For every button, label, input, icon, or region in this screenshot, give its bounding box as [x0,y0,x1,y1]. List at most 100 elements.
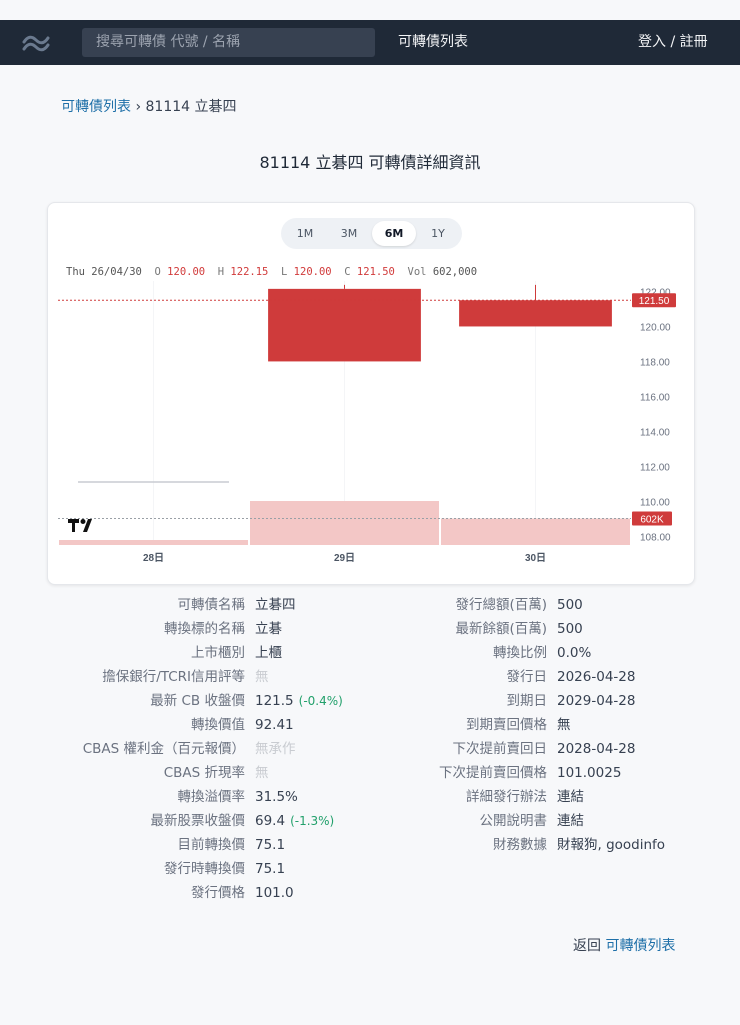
info-row: 轉換價值 92.41 [50,713,294,737]
info-value: 69.4 (-1.3%) [255,809,334,833]
info-row: 詳細發行辦法 連結 [400,785,584,809]
y-tick-label: 120.00 [640,322,671,333]
info-link[interactable]: 財報狗, goodinfo [557,833,665,857]
info-value-text: 2026-04-28 [557,669,636,685]
tradingview-logo-icon [68,519,92,532]
info-row: 到期日 2029-04-28 [400,689,636,713]
volume-bar [441,518,630,545]
info-label: CBAS 折現率 [163,765,245,781]
y-tick-label: 108.00 [640,532,671,543]
info-label: 下次提前賣回價格 [439,765,547,781]
info-row: 轉換比例 0.0% [400,641,591,665]
info-table-right: 發行總額(百萬) 500 最新餘額(百萬) 500 轉換比例 0.0% 發行日 2026-04… [400,593,665,857]
info-value-text[interactable]: 財報狗, goodinfo [557,837,665,853]
y-tick-label: 112.00 [640,462,670,473]
info-row: 公開說明書 連結 [400,809,585,833]
info-row: 最新餘額(百萬) 500 [400,617,582,641]
back-to-list: 返回 可轉債列表 [573,935,675,955]
info-value: 無承作 [255,737,296,761]
info-row: 最新 CB 收盤價 121.5 (-0.4%) [50,689,343,713]
nav-convertible-list-link[interactable]: 可轉債列表 [398,20,468,65]
info-value-text: 101.0025 [557,765,622,781]
info-value-text: 無 [557,717,571,733]
y-tick-label: 116.00 [640,392,670,403]
info-row: 目前轉換價 75.1 [50,833,286,857]
info-value-text: 75.1 [255,837,286,853]
info-label: 詳細發行辦法 [466,789,547,805]
info-value: 無 [557,713,571,737]
info-row: 轉換溢價率 31.5% [50,785,298,809]
info-row: 上市櫃別 上櫃 [50,641,282,665]
price-chart[interactable]: 108.00 110.00 112.00 114.00 116.00 118.00 120.… [48,203,694,584]
y-tick-label: 114.00 [640,427,670,438]
info-value-text: 31.5% [255,789,298,805]
info-value: 2028-04-28 [557,737,635,761]
info-value-text[interactable]: 連結 [557,789,584,805]
info-value-text: 上櫃 [255,645,282,661]
info-value-text[interactable]: 連結 [557,813,584,829]
breadcrumb-root-link[interactable]: 可轉債列表 [61,99,131,115]
candle-body [459,300,612,327]
volume-bar [59,540,248,545]
info-value: 75.1 [255,833,285,857]
info-value: 121.5 (-0.4%) [255,689,343,713]
search-input[interactable]: 搜尋可轉債 代號 / 名稱 [82,28,375,57]
info-value: 500 [557,617,583,641]
info-value-text: 75.1 [255,861,286,877]
info-value: 500 [557,593,583,617]
login-register-link[interactable]: 登入 / 註冊 [638,20,708,65]
info-row: 擔保銀行/TCRI信用評等無 [50,665,268,689]
info-value-text: 92.41 [255,717,294,733]
logo-icon[interactable] [18,30,54,56]
info-value-text: 500 [557,597,583,613]
info-row: 發行時轉換價 75.1 [50,857,285,881]
info-value-text: 無 [255,669,269,685]
info-value: 立碁四 [255,593,296,617]
info-label: 公開說明書 [479,813,548,829]
info-value-text: 2029-04-28 [557,693,636,709]
info-label: 上市櫃別 [191,645,245,661]
info-value: 上櫃 [255,641,282,665]
info-row: 最新股票收盤價 69.4 (-1.3%) [50,809,335,833]
info-value-text: 101.0 [255,885,294,901]
x-tick-label: 28日 [143,552,164,564]
last-price-tag: 121.50 [639,296,670,307]
info-link[interactable]: 連結 [557,809,584,833]
info-value: 2026-04-28 [557,665,635,689]
breadcrumb-separator: › [135,99,142,115]
info-value: 92.41 [255,713,294,737]
price-change: (-0.4%) [298,694,343,708]
info-value-text: 500 [557,621,583,637]
back-to-list-link[interactable]: 可轉債列表 [605,938,675,954]
info-label: 可轉債名稱 [177,597,246,613]
info-value-text: 無 [255,765,269,781]
info-value-text: 立碁四 [255,597,296,613]
info-value: 75.1 [255,857,285,881]
info-link[interactable]: 連結 [557,785,584,809]
info-label: 轉換標的名稱 [164,621,245,637]
info-label: 最新餘額(百萬) [455,621,547,637]
info-value: 0.0% [557,641,591,665]
info-value: 101.0025 [557,761,621,785]
info-value-text: 2028-04-28 [557,741,636,757]
info-value-text: 69.4 [255,813,286,829]
info-value-text: 0.0% [557,645,592,661]
price-change: (-1.3%) [290,814,335,828]
breadcrumb: 可轉債列表 › 81114 立碁四 [61,96,237,116]
info-label: 發行總額(百萬) [455,597,547,613]
volume-bar [250,501,439,545]
info-label: 到期賣回價格 [466,717,547,733]
info-value: 2029-04-28 [557,689,635,713]
info-row: 發行日 2026-04-28 [400,665,636,689]
page-title: 81114 立碁四 可轉債詳細資訊 [259,153,481,172]
info-row: CBAS 折現率無 [50,761,269,785]
info-row: 下次提前賣回日 2028-04-28 [400,737,636,761]
top-navbar: 搜尋可轉債 代號 / 名稱 可轉債列表 登入 / 註冊 [0,20,740,65]
info-label: 轉換比例 [493,645,547,661]
info-row: 下次提前賣回價格 101.0025 [400,761,621,785]
info-row: 到期賣回價格無 [400,713,571,737]
info-label: 最新股票收盤價 [150,813,246,829]
chart-card: 1M 3M 6M 1Y Thu 26/04/30 O 120.00 H 122.… [47,202,695,585]
y-tick-label: 118.00 [640,357,670,368]
info-row: 財務數據 財報狗, goodinfo [400,833,665,857]
